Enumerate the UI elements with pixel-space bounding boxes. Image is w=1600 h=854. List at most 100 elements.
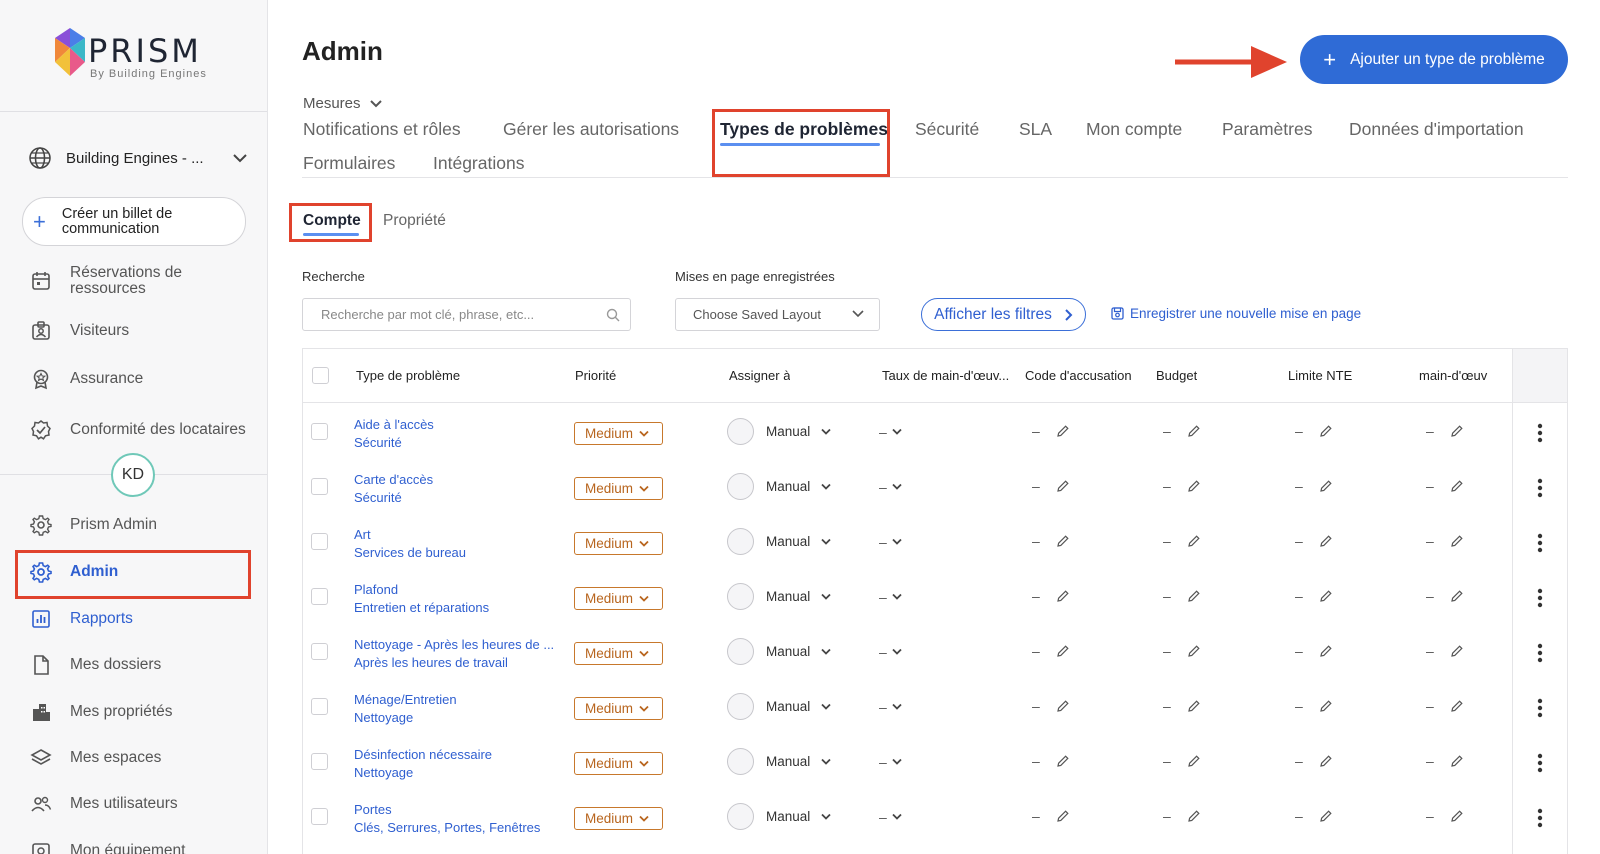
row-menu-button[interactable]	[1537, 643, 1543, 663]
search-input[interactable]: Recherche par mot clé, phrase, etc...	[302, 298, 631, 331]
tab-settings[interactable]: Paramètres	[1222, 119, 1312, 140]
column-header-priority[interactable]: Priorité	[575, 368, 616, 383]
tab-integrations[interactable]: Intégrations	[433, 153, 524, 174]
sidebar-item-users[interactable]: Mes utilisateurs	[30, 787, 250, 821]
labor-rate-dropdown[interactable]: –	[879, 754, 903, 770]
pencil-icon[interactable]	[1319, 809, 1333, 823]
tab-permissions[interactable]: Gérer les autorisations	[503, 119, 679, 140]
tab-notifications[interactable]: Notifications et rôles	[303, 119, 461, 140]
saved-layout-select[interactable]: Choose Saved Layout	[675, 298, 880, 331]
sidebar-item-reservations[interactable]: Réservations de ressources	[30, 264, 250, 298]
sidebar-item-spaces[interactable]: Mes espaces	[30, 741, 250, 775]
pencil-icon[interactable]	[1187, 809, 1201, 823]
issue-type-name[interactable]: Désinfection nécessaire	[354, 746, 559, 764]
labor-rate-dropdown[interactable]: –	[879, 809, 903, 825]
labor-rate-dropdown[interactable]: –	[879, 534, 903, 550]
select-all-checkbox[interactable]	[312, 367, 329, 384]
row-menu-button[interactable]	[1537, 588, 1543, 608]
pencil-icon[interactable]	[1056, 754, 1070, 768]
column-header-budget[interactable]: Budget	[1156, 368, 1197, 383]
pencil-icon[interactable]	[1450, 699, 1464, 713]
priority-dropdown[interactable]: Medium	[574, 642, 663, 665]
issue-type-name[interactable]: Art	[354, 526, 559, 544]
sidebar-item-insurance[interactable]: Assurance	[30, 362, 250, 396]
issue-type-name[interactable]: Plafond	[354, 581, 559, 599]
priority-dropdown[interactable]: Medium	[574, 807, 663, 830]
pencil-icon[interactable]	[1319, 479, 1333, 493]
pencil-icon[interactable]	[1450, 424, 1464, 438]
tab-my-account[interactable]: Mon compte	[1086, 119, 1182, 140]
issue-type-name[interactable]: Carte d'accès	[354, 471, 559, 489]
issue-type-name[interactable]: Portes	[354, 801, 559, 819]
pencil-icon[interactable]	[1319, 699, 1333, 713]
row-menu-button[interactable]	[1537, 423, 1543, 443]
pencil-icon[interactable]	[1187, 534, 1201, 548]
sidebar-item-visitors[interactable]: Visiteurs	[30, 314, 250, 348]
priority-dropdown[interactable]: Medium	[574, 422, 663, 445]
priority-dropdown[interactable]: Medium	[574, 587, 663, 610]
column-header-charge-code[interactable]: Code d'accusation	[1025, 368, 1132, 383]
row-checkbox[interactable]	[311, 808, 328, 825]
pencil-icon[interactable]	[1187, 424, 1201, 438]
row-checkbox[interactable]	[311, 478, 328, 495]
row-menu-button[interactable]	[1537, 808, 1543, 828]
assign-dropdown[interactable]: Manual	[727, 418, 832, 445]
issue-type-cell[interactable]: Désinfection nécessaire Nettoyage	[354, 746, 559, 782]
pencil-icon[interactable]	[1450, 809, 1464, 823]
issue-type-cell[interactable]: Art Services de bureau	[354, 526, 559, 562]
assign-dropdown[interactable]: Manual	[727, 748, 832, 775]
column-header-assign[interactable]: Assigner à	[729, 368, 790, 383]
assign-dropdown[interactable]: Manual	[727, 528, 832, 555]
row-menu-button[interactable]	[1537, 753, 1543, 773]
labor-rate-dropdown[interactable]: –	[879, 699, 903, 715]
priority-dropdown[interactable]: Medium	[574, 752, 663, 775]
row-checkbox[interactable]	[311, 698, 328, 715]
tab-forms[interactable]: Formulaires	[303, 153, 395, 174]
pencil-icon[interactable]	[1450, 479, 1464, 493]
pencil-icon[interactable]	[1450, 589, 1464, 603]
priority-dropdown[interactable]: Medium	[574, 532, 663, 555]
assign-dropdown[interactable]: Manual	[727, 473, 832, 500]
avatar[interactable]: KD	[111, 453, 155, 497]
pencil-icon[interactable]	[1056, 424, 1070, 438]
pencil-icon[interactable]	[1187, 699, 1201, 713]
add-issue-type-button[interactable]: + Ajouter un type de problème	[1300, 35, 1568, 84]
sidebar-item-properties[interactable]: Mes propriétés	[30, 695, 250, 729]
org-selector[interactable]: Building Engines - ...	[28, 144, 248, 172]
tab-import-data[interactable]: Données d'importation	[1349, 119, 1524, 140]
row-checkbox[interactable]	[311, 753, 328, 770]
sidebar-item-reports[interactable]: Rapports	[30, 602, 250, 636]
assign-dropdown[interactable]: Manual	[727, 583, 832, 610]
pencil-icon[interactable]	[1319, 589, 1333, 603]
sidebar-item-files[interactable]: Mes dossiers	[30, 648, 250, 682]
pencil-icon[interactable]	[1056, 589, 1070, 603]
issue-type-name[interactable]: Aide à l'accès	[354, 416, 559, 434]
assign-dropdown[interactable]: Manual	[727, 638, 832, 665]
pencil-icon[interactable]	[1187, 589, 1201, 603]
save-layout-link[interactable]: Enregistrer une nouvelle mise en page	[1111, 306, 1361, 321]
issue-type-cell[interactable]: Nettoyage - Après les heures de ... Après…	[354, 636, 559, 672]
issue-type-cell[interactable]: Plafond Entretien et réparations	[354, 581, 559, 617]
sidebar-item-compliance[interactable]: Conformité des locataires	[30, 413, 250, 447]
column-header-nte-limit[interactable]: Limite NTE	[1288, 368, 1352, 383]
pencil-icon[interactable]	[1450, 754, 1464, 768]
column-header-labor-rate[interactable]: Taux de main-d'œuv...	[882, 368, 1010, 383]
row-menu-button[interactable]	[1537, 478, 1543, 498]
prism-logo[interactable]: PRISM By Building Engines	[55, 28, 225, 86]
pencil-icon[interactable]	[1056, 644, 1070, 658]
assign-dropdown[interactable]: Manual	[727, 693, 832, 720]
row-checkbox[interactable]	[311, 533, 328, 550]
create-ticket-button[interactable]: + Créer un billet de communication	[22, 197, 246, 246]
row-menu-button[interactable]	[1537, 533, 1543, 553]
priority-dropdown[interactable]: Medium	[574, 697, 663, 720]
issue-type-name[interactable]: Ménage/Entretien	[354, 691, 559, 709]
row-checkbox[interactable]	[311, 423, 328, 440]
issue-type-cell[interactable]: Portes Clés, Serrures, Portes, Fenêtres	[354, 801, 559, 837]
pencil-icon[interactable]	[1187, 479, 1201, 493]
show-filters-button[interactable]: Afficher les filtres	[921, 298, 1086, 331]
sidebar-item-prism-admin[interactable]: Prism Admin	[30, 508, 250, 542]
pencil-icon[interactable]	[1450, 644, 1464, 658]
row-checkbox[interactable]	[311, 643, 328, 660]
labor-rate-dropdown[interactable]: –	[879, 424, 903, 440]
labor-rate-dropdown[interactable]: –	[879, 644, 903, 660]
